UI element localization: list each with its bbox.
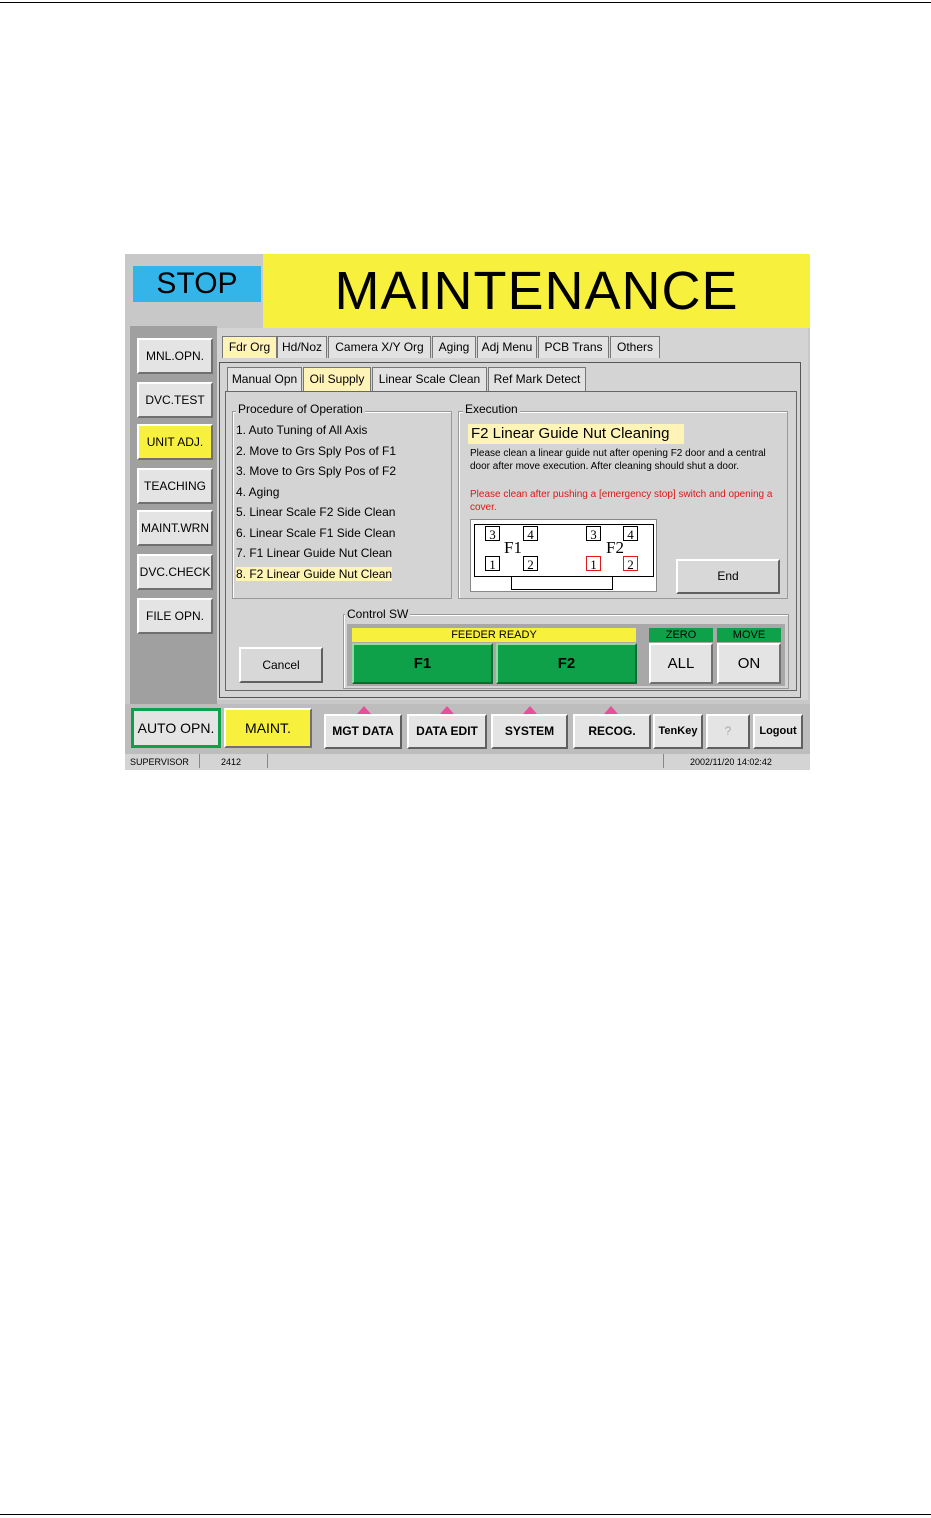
end-button[interactable]: End bbox=[676, 559, 780, 594]
procedure-step: 4. Aging bbox=[236, 485, 280, 499]
tab-aging[interactable]: Aging bbox=[432, 336, 476, 358]
tab-pcb-trans[interactable]: PCB Trans bbox=[538, 336, 609, 358]
procedure-step: 5. Linear Scale F2 Side Clean bbox=[236, 505, 396, 519]
sidebar-button-mnl-opn[interactable]: MNL.OPN. bbox=[137, 338, 213, 374]
subtab-oil-supply[interactable]: Oil Supply bbox=[303, 367, 371, 391]
status-bar: SUPERVISOR 2412 2002/11/20 14:02:42 bbox=[125, 754, 810, 770]
stop-indicator: STOP bbox=[133, 266, 261, 302]
sidebar-button-maint-wrn[interactable]: MAINT.WRN bbox=[137, 510, 213, 546]
status-divider bbox=[267, 754, 268, 768]
system-indicator-icon bbox=[523, 706, 537, 714]
logout-button[interactable]: Logout bbox=[753, 714, 803, 749]
zero-label: ZERO bbox=[649, 628, 713, 642]
recog-button[interactable]: RECOG. bbox=[573, 714, 651, 749]
zero-all-button[interactable]: ALL bbox=[649, 643, 713, 684]
f2-button[interactable]: F2 bbox=[496, 643, 637, 684]
maint-button[interactable]: MAINT. bbox=[224, 708, 312, 748]
status-user: SUPERVISOR bbox=[130, 757, 189, 767]
subtab-ref-mark-detect[interactable]: Ref Mark Detect bbox=[488, 367, 586, 391]
procedure-step: 3. Move to Grs Sply Pos of F2 bbox=[236, 464, 397, 478]
tenkey-button[interactable]: TenKey bbox=[653, 714, 703, 749]
tab-others[interactable]: Others bbox=[610, 336, 660, 358]
execution-description: Please clean a linear guide nut after op… bbox=[470, 448, 766, 472]
maintenance-screen: STOP MAINTENANCE MNL.OPN. DVC.TEST UNIT … bbox=[125, 254, 810, 770]
system-button[interactable]: SYSTEM bbox=[491, 714, 568, 749]
mgt-data-button[interactable]: MGT DATA bbox=[324, 714, 402, 749]
feeder-ready-indicator: FEEDER READY bbox=[352, 628, 636, 642]
tab-hd-noz[interactable]: Hd/Noz bbox=[277, 336, 327, 358]
procedure-step: 7. F1 Linear Guide Nut Clean bbox=[236, 546, 393, 560]
status-divider bbox=[199, 754, 200, 768]
control-sw-label: Control SW bbox=[345, 607, 411, 621]
move-label: MOVE bbox=[717, 628, 781, 642]
subtab-manual-opn[interactable]: Manual Opn bbox=[227, 367, 302, 391]
auto-opn-button[interactable]: AUTO OPN. bbox=[131, 708, 221, 748]
procedure-step: 6. Linear Scale F1 Side Clean bbox=[236, 526, 396, 540]
diagram-f2-pos-1: 1 bbox=[586, 556, 601, 572]
tab-adj-menu[interactable]: Adj Menu bbox=[477, 336, 537, 358]
screen-title: MAINTENANCE bbox=[263, 254, 810, 328]
data-edit-button[interactable]: DATA EDIT bbox=[407, 714, 487, 749]
sidebar-button-dvc-check[interactable]: DVC.CHECK bbox=[137, 554, 213, 590]
status-datetime: 2002/11/20 14:02:42 bbox=[690, 757, 772, 767]
diagram-f2-pos-3: 3 bbox=[586, 526, 601, 542]
execution-title: F2 Linear Guide Nut Cleaning bbox=[468, 424, 684, 444]
execution-warning: Please clean after pushing a [emergency … bbox=[470, 489, 773, 513]
procedure-label: Procedure of Operation bbox=[236, 402, 365, 416]
execution-label: Execution bbox=[463, 402, 520, 416]
cancel-button[interactable]: Cancel bbox=[239, 647, 323, 683]
sidebar-button-file-opn[interactable]: FILE OPN. bbox=[137, 598, 213, 634]
diagram-f1-pos-2: 2 bbox=[523, 556, 538, 572]
sidebar-button-unit-adj[interactable]: UNIT ADJ. bbox=[137, 424, 213, 460]
mgt-data-indicator-icon bbox=[357, 706, 371, 714]
tab-camera-xy-org[interactable]: Camera X/Y Org bbox=[328, 336, 431, 358]
diagram-f2-label: F2 bbox=[606, 538, 624, 557]
recog-indicator-icon bbox=[604, 706, 618, 714]
diagram-f1-pos-3: 3 bbox=[485, 526, 500, 542]
diagram-f1-label: F1 bbox=[504, 538, 522, 557]
subtab-linear-scale-clean[interactable]: Linear Scale Clean bbox=[372, 367, 487, 391]
sidebar-button-dvc-test[interactable]: DVC.TEST bbox=[137, 382, 213, 418]
status-code: 2412 bbox=[221, 757, 242, 767]
diagram-f1-pos-1: 1 bbox=[485, 556, 500, 572]
tab-fdr-org[interactable]: Fdr Org bbox=[222, 336, 277, 358]
f1-button[interactable]: F1 bbox=[352, 643, 493, 684]
diagram-f2-pos-4: 4 bbox=[623, 526, 638, 542]
diagram-f1-pos-4: 4 bbox=[523, 526, 538, 542]
help-icon[interactable]: ? bbox=[706, 714, 750, 749]
sidebar-button-teaching[interactable]: TEACHING bbox=[137, 468, 213, 504]
diagram-base bbox=[511, 576, 613, 590]
data-edit-indicator-icon bbox=[440, 706, 454, 714]
procedure-step: 1. Auto Tuning of All Axis bbox=[236, 423, 368, 437]
diagram-f2-pos-2: 2 bbox=[623, 556, 638, 572]
procedure-step: 2. Move to Grs Sply Pos of F1 bbox=[236, 444, 397, 458]
top-page-rule bbox=[0, 2, 931, 3]
move-on-button[interactable]: ON bbox=[717, 643, 781, 684]
bottom-page-rule bbox=[0, 1514, 931, 1515]
procedure-step-active: 8. F2 Linear Guide Nut Clean bbox=[236, 567, 393, 581]
status-divider bbox=[663, 754, 664, 768]
feeder-diagram: F1 F2 3 4 1 2 3 4 1 2 bbox=[470, 519, 657, 592]
